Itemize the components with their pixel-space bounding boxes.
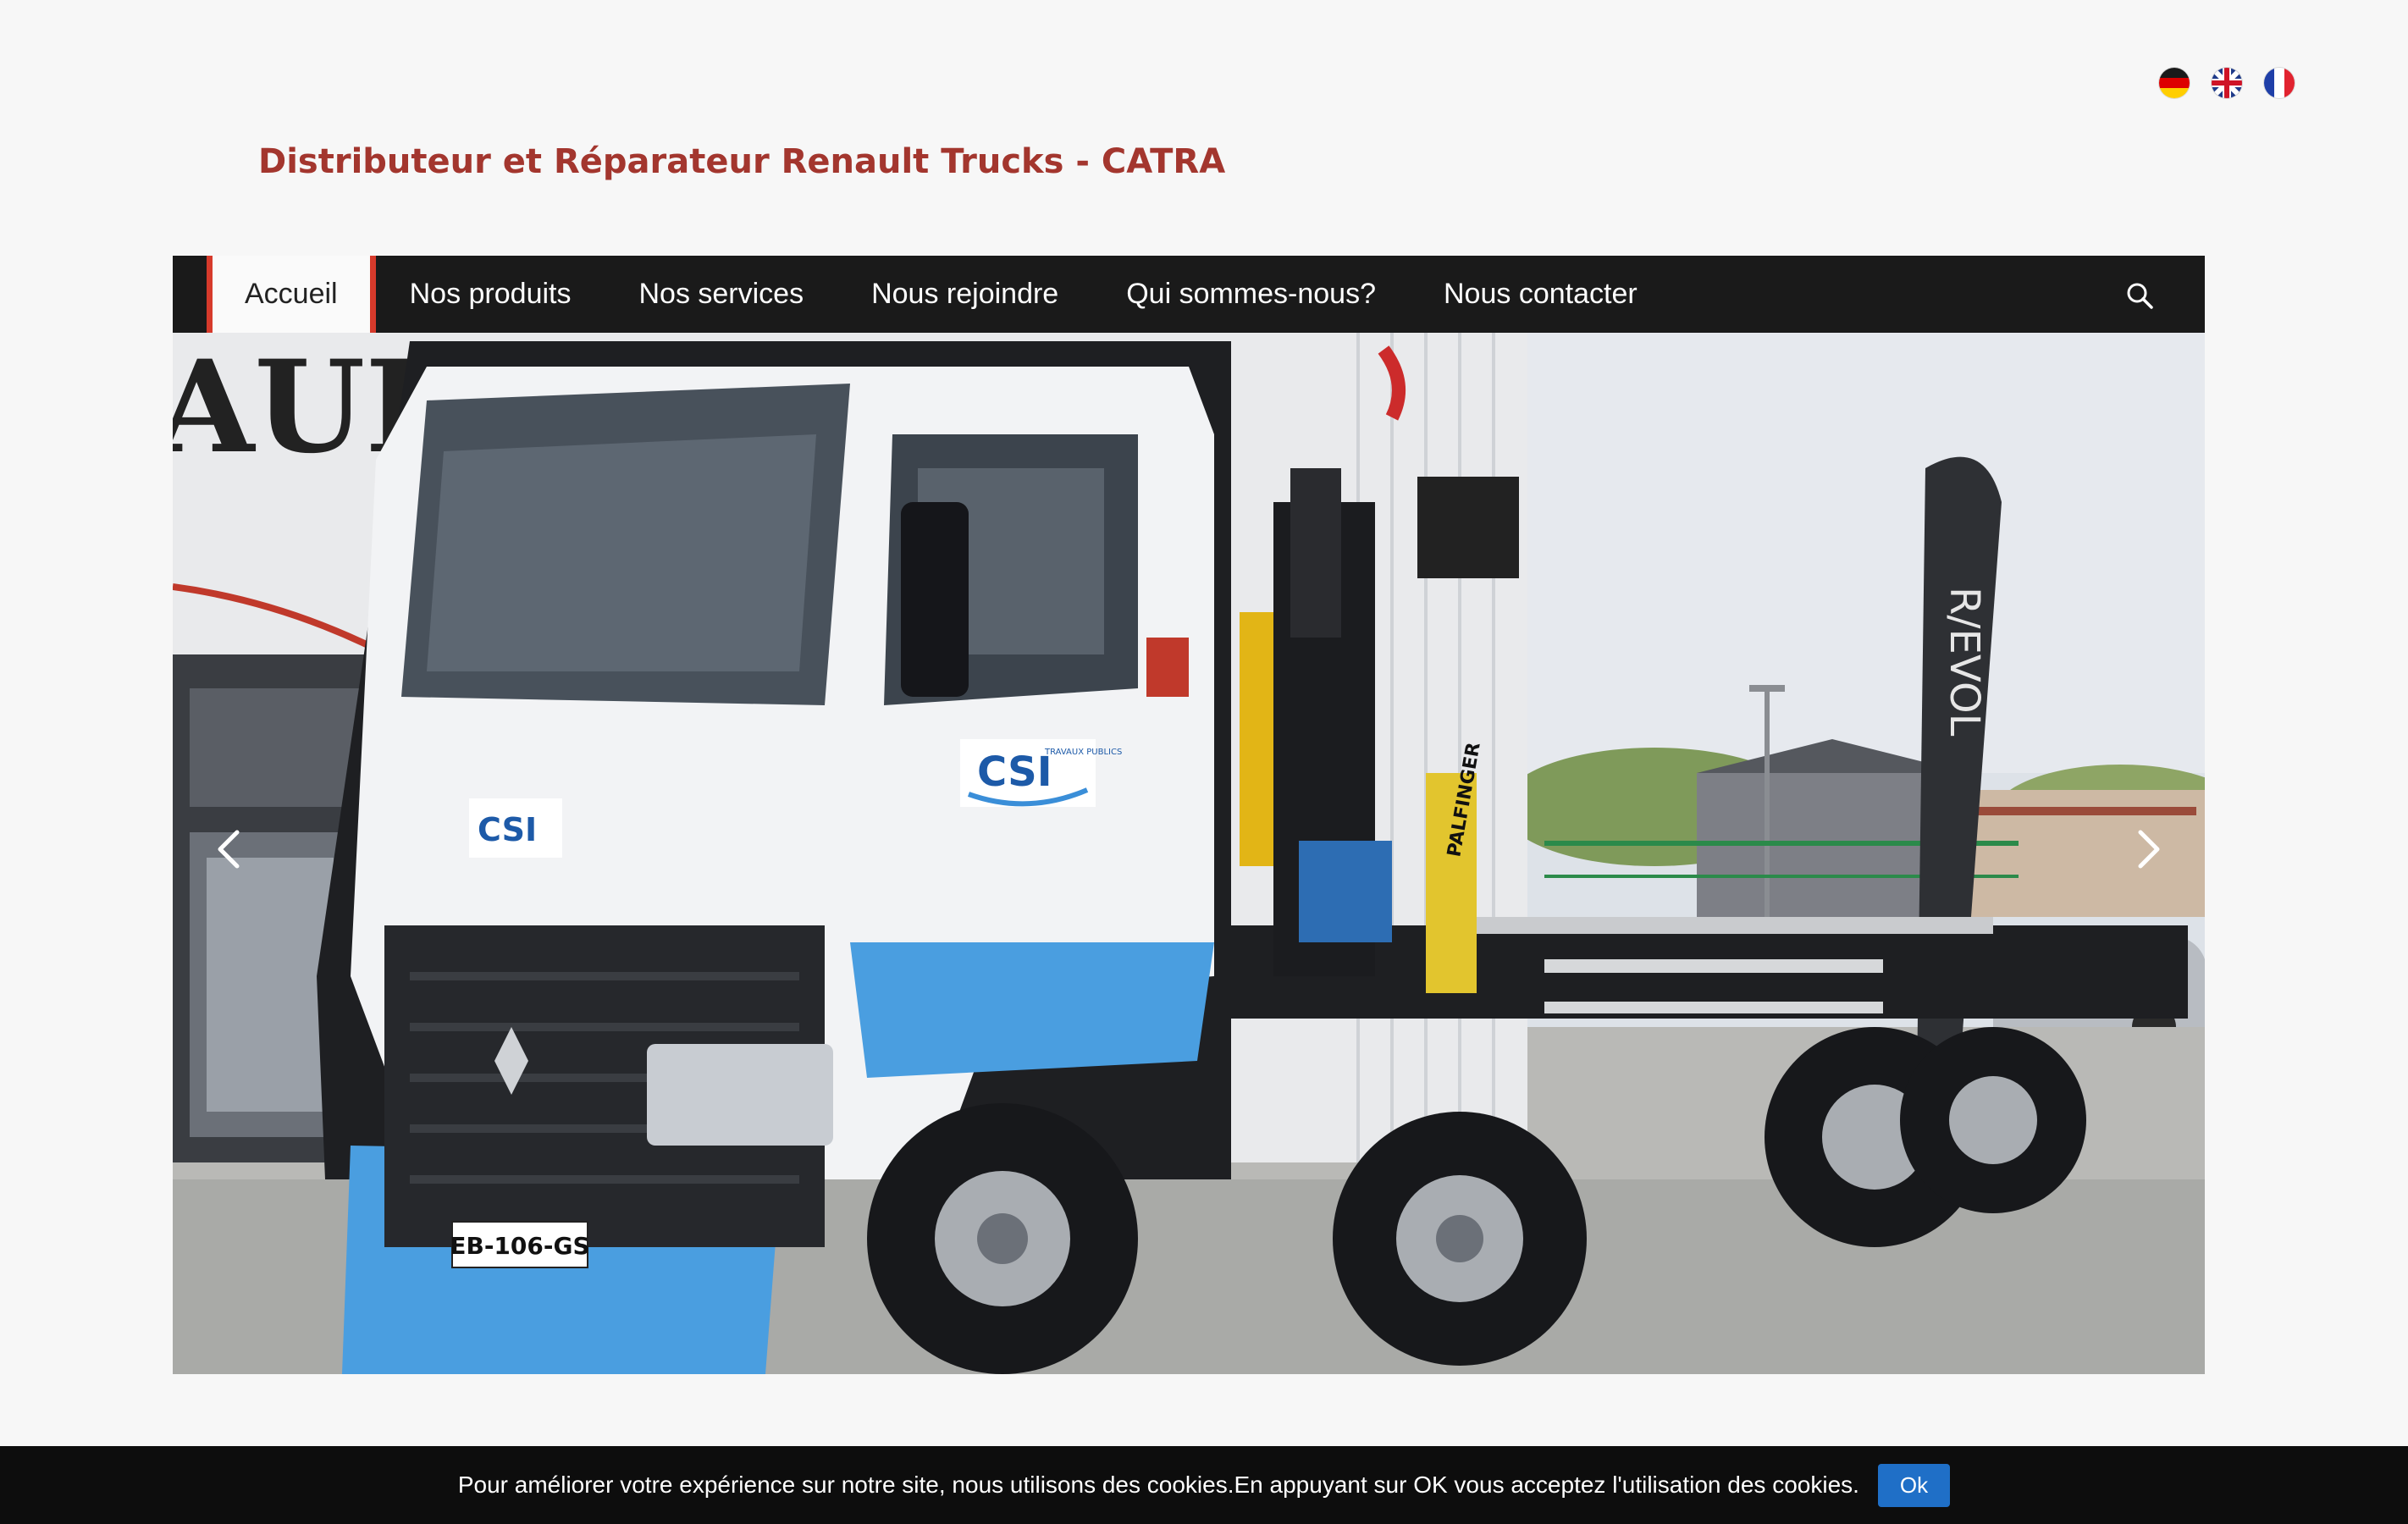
nav-item-accueil[interactable]: Accueil (207, 256, 376, 333)
language-switcher (2159, 68, 2295, 102)
site-title[interactable]: Distributeur et Réparateur Renault Truck… (258, 142, 1225, 181)
cookie-message: Pour améliorer votre expérience sur notr… (457, 1472, 1859, 1498)
nav-item-qui-sommes-nous[interactable]: Qui sommes-nous? (1092, 256, 1410, 333)
nav-item-nous-rejoindre[interactable]: Nous rejoindre (837, 256, 1092, 333)
search-icon[interactable] (2125, 281, 2154, 310)
nav-item-nous-contacter[interactable]: Nous contacter (1410, 256, 1671, 333)
csi-logo-text: CSI (977, 748, 1052, 796)
nav-item-nos-produits[interactable]: Nos produits (376, 256, 605, 333)
flag-germany-icon[interactable] (2159, 68, 2190, 98)
nav-item-nos-services[interactable]: Nos services (605, 256, 837, 333)
chevron-left-icon[interactable] (208, 824, 251, 875)
csi-logo-subtitle: TRAVAUX PUBLICS (1044, 748, 1122, 757)
hero-slider[interactable]: AULT R/EVOL PALFINGER EB-106-GS CSI TRAV… (173, 333, 2205, 1374)
cookie-ok-button[interactable]: Ok (1877, 1463, 1951, 1507)
license-plate: EB-106-GS (450, 1232, 589, 1260)
hero-image: AULT R/EVOL PALFINGER EB-106-GS CSI TRAV… (173, 333, 2205, 1374)
flag-uk-icon[interactable] (2212, 68, 2242, 98)
flag-france-icon[interactable] (2264, 68, 2295, 98)
main-navigation: Accueil Nos produits Nos services Nous r… (173, 256, 2205, 333)
cookie-banner: Pour améliorer votre expérience sur notr… (0, 1446, 2408, 1524)
chevron-right-icon[interactable] (2127, 824, 2169, 875)
banner-text: R/EVOL (1941, 587, 1988, 737)
svg-text:CSI: CSI (478, 811, 537, 848)
